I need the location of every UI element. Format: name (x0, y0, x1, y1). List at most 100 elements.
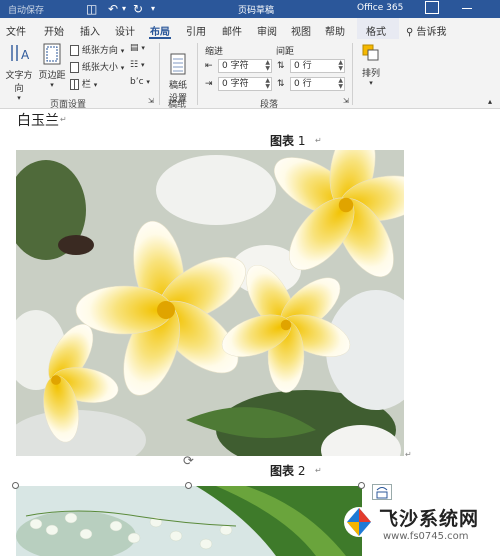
size-dropdown-icon: ▾ (120, 64, 125, 72)
spacing-after-value: 0 行 (294, 79, 312, 89)
undo-dropdown-icon[interactable]: ▾ (122, 1, 126, 17)
title-bar: 自动保存 ◫ ↶ ▾ ↻ ▾ 页码草稿 Office 365 (0, 0, 500, 18)
tab-review[interactable]: 审阅 (257, 23, 277, 38)
redo-icon[interactable]: ↻ (133, 1, 143, 17)
spacing-before-field[interactable]: 0 行 ▲ ▼ (290, 59, 345, 73)
hyphenation-dropdown-icon: ▾ (146, 78, 150, 86)
collapse-ribbon-icon[interactable]: ▴ (488, 97, 492, 106)
orientation-label: 纸张方向 (81, 46, 118, 56)
site-logo-icon (344, 507, 374, 537)
group-separator (159, 43, 160, 105)
indent-left-icon: ⇤ (205, 61, 213, 71)
size-label: 纸张大小 (81, 63, 118, 73)
tab-format-label: 格式 (366, 27, 386, 38)
breaks-icon: ▤ (130, 43, 139, 53)
group-separator (197, 43, 198, 105)
document-title: 页码草稿 (238, 6, 275, 16)
text-direction-icon: A (11, 45, 30, 62)
columns-label: 栏 (81, 80, 91, 90)
group-separator (352, 43, 353, 105)
indent-right-value: 0 字符 (222, 79, 249, 89)
draft-group-label: 稿纸 (168, 100, 187, 110)
tab-home[interactable]: 开始 (44, 23, 64, 38)
columns-button[interactable]: 栏 ▾ (70, 77, 97, 90)
text-direction-dropdown-icon: ▾ (17, 94, 21, 102)
tab-mailings[interactable]: 邮件 (222, 23, 242, 38)
ribbon-tabs: 文件 开始 插入 设计 布局 引用 邮件 审阅 视图 帮助 格式 ⚲ 告诉我 (0, 18, 500, 39)
caption-1-number: 1 (297, 134, 306, 148)
draft-paper-icon (170, 53, 186, 75)
autosave-label[interactable]: 自动保存 (8, 3, 44, 16)
spacing-after-spinner[interactable]: ▲ ▼ (338, 78, 343, 90)
spacing-after-icon: ⇅ (277, 79, 285, 89)
size-button[interactable]: 纸张大小 ▾ (70, 60, 124, 73)
orientation-button[interactable]: 纸张方向 ▾ (70, 43, 124, 56)
orientation-dropdown-icon: ▾ (120, 47, 125, 55)
frangipani-image (16, 150, 404, 456)
caption-1[interactable]: 图表 1 (270, 132, 305, 149)
site-brand: 飞沙系统网 (379, 508, 480, 530)
customize-qa-icon[interactable]: ▾ (151, 1, 155, 17)
line-numbers-dropdown-icon: ▾ (140, 61, 145, 69)
arrange-icon (362, 44, 379, 61)
caption-2[interactable]: 图表 2 (270, 462, 305, 479)
resize-handle[interactable] (358, 482, 365, 489)
tab-insert[interactable]: 插入 (80, 23, 100, 38)
resize-handle[interactable] (12, 482, 19, 489)
paragraph-mark-icon: ↵ (315, 466, 322, 475)
arrange-label: 排列 (361, 69, 380, 79)
paragraph-mark-icon: ↵ (315, 136, 322, 145)
tab-format[interactable]: 格式 (357, 18, 399, 39)
tab-view[interactable]: 视图 (291, 23, 311, 38)
ribbon: A 文字方向 ▾ 页边距 ▾ 纸张方向 ▾ 纸张大小 ▾ 栏 ▾ ▤ ▾ ☷ ▾… (0, 39, 500, 110)
paragraph-mark-icon: ↵ (60, 115, 67, 124)
line-numbers-button[interactable]: ☷ ▾ (130, 60, 144, 70)
spacing-before-spinner[interactable]: ▲ ▼ (338, 60, 343, 72)
indent-right-spinner[interactable]: ▲ ▼ (265, 78, 270, 90)
undo-icon[interactable]: ↶ (108, 1, 118, 17)
breaks-dropdown-icon: ▾ (141, 44, 145, 52)
tell-me-search[interactable]: ⚲ 告诉我 (406, 23, 447, 38)
lily-of-the-valley-photo[interactable] (16, 486, 362, 556)
caption-1-label: 图表 (270, 134, 295, 148)
tab-layout[interactable]: 布局 (150, 23, 170, 38)
text-direction-button[interactable]: A 文字方向 ▾ (2, 43, 36, 102)
tab-references[interactable]: 引用 (186, 23, 206, 38)
indent-right-field[interactable]: 0 字符 ▲ ▼ (218, 77, 272, 91)
margins-button[interactable]: 页边距 ▾ (37, 43, 67, 89)
spacing-before-value: 0 行 (294, 61, 312, 71)
rotate-handle-icon[interactable]: ⟳ (183, 454, 194, 469)
tab-design[interactable]: 设计 (115, 23, 135, 38)
columns-dropdown-icon: ▾ (93, 81, 98, 89)
indent-left-field[interactable]: 0 字符 ▲ ▼ (218, 59, 272, 73)
caption-2-label: 图表 (270, 464, 295, 478)
tab-help[interactable]: 帮助 (325, 23, 345, 38)
save-icon[interactable]: ◫ (86, 1, 97, 17)
document-heading[interactable]: 白玉兰 (17, 110, 59, 130)
margins-label: 页边距 (38, 71, 66, 81)
tell-me-label: 告诉我 (416, 27, 447, 38)
ribbon-display-options-icon[interactable] (425, 1, 439, 14)
size-icon (70, 62, 79, 73)
hyphenation-icon: b’c (130, 77, 144, 87)
margins-icon (43, 43, 61, 65)
layout-options-button[interactable] (372, 484, 392, 500)
indent-left-spinner[interactable]: ▲ ▼ (265, 60, 270, 72)
minimize-icon[interactable] (462, 8, 472, 9)
line-numbers-icon: ☷ (130, 60, 139, 70)
arrange-button[interactable]: 排列 ▾ (358, 43, 384, 87)
tab-file[interactable]: 文件 (6, 23, 26, 38)
indent-right-icon: ⇥ (205, 79, 213, 89)
breaks-button[interactable]: ▤ ▾ (130, 43, 145, 53)
frangipani-photo[interactable] (16, 150, 404, 456)
hyphenation-button[interactable]: b’c ▾ (130, 77, 150, 87)
spacing-after-field[interactable]: 0 行 ▲ ▼ (290, 77, 345, 91)
layout-options-icon (376, 487, 388, 499)
document-canvas[interactable]: 白玉兰 ↵ 图表 1 ↵ ↵ ⟳ 图表 2 ↵ (0, 110, 500, 556)
site-watermark: 飞沙系统网 www.fs0745.com (343, 502, 495, 546)
resize-handle[interactable] (185, 482, 192, 489)
spacing-label: 间距 (276, 47, 295, 57)
spacing-before-icon: ⇅ (277, 61, 285, 71)
page-setup-launcher-icon[interactable]: ⇲ (148, 97, 154, 105)
paragraph-launcher-icon[interactable]: ⇲ (343, 97, 349, 105)
